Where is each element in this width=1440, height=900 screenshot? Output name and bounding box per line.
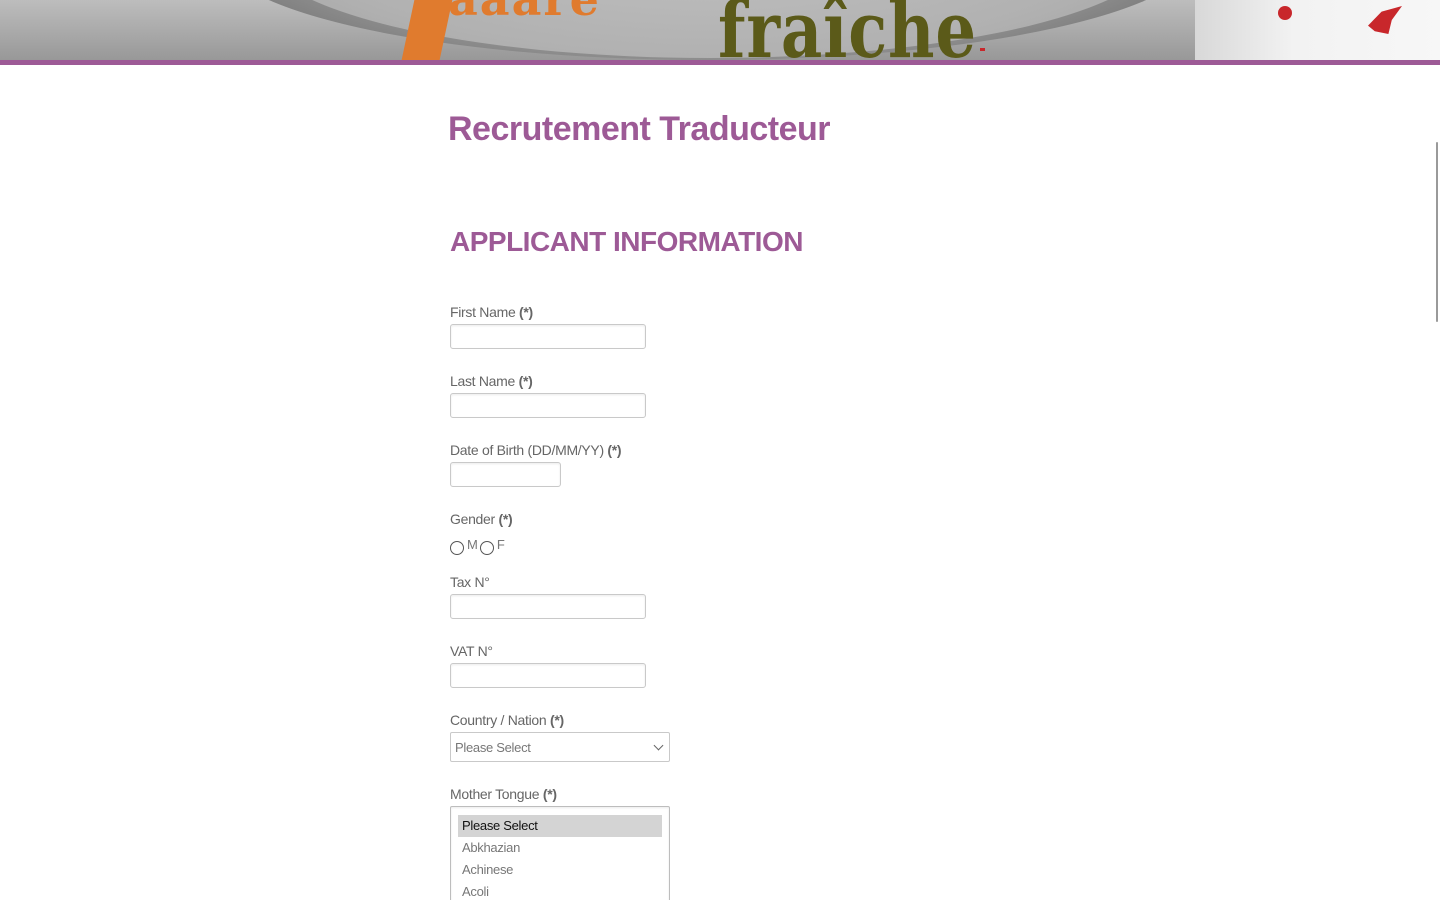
chevron-down-icon [653, 740, 664, 751]
gender-radio-group: M F [450, 538, 507, 556]
banner-red-splash [1278, 6, 1292, 20]
banner-red-dot [980, 48, 985, 51]
first-name-label-text: First Name [450, 304, 516, 320]
dob-label-text: Date of Birth (DD/MM/YY) [450, 442, 604, 458]
list-option-abkhazian[interactable]: Abkhazian [458, 837, 662, 859]
last-name-input[interactable] [450, 393, 646, 418]
country-label: Country / Nation (*) [450, 712, 564, 728]
gender-radio-f[interactable] [479, 541, 494, 555]
required-marker: (*) [607, 442, 622, 458]
first-name-label: First Name (*) [450, 304, 533, 320]
gender-option-f-label: F [496, 537, 505, 552]
banner-right-panel [1195, 0, 1440, 60]
required-marker: (*) [519, 304, 533, 320]
country-select-value: Please Select [455, 740, 531, 755]
vat-input[interactable] [450, 663, 646, 688]
header-banner: aaare fraîche [0, 0, 1440, 60]
list-option-achinese[interactable]: Achinese [458, 859, 662, 881]
list-option-please-select[interactable]: Please Select [458, 815, 662, 837]
dob-label: Date of Birth (DD/MM/YY) (*) [450, 442, 622, 458]
section-title: APPLICANT INFORMATION [450, 226, 803, 257]
header-divider [0, 60, 1440, 65]
mother-tongue-label-text: Mother Tongue [450, 786, 540, 802]
required-marker: (*) [498, 511, 513, 527]
required-marker: (*) [542, 786, 557, 802]
gender-label: Gender (*) [450, 511, 513, 527]
gender-radio-m[interactable] [450, 541, 464, 555]
mother-tongue-label: Mother Tongue (*) [450, 786, 557, 802]
required-marker: (*) [549, 712, 564, 728]
list-option-acoli[interactable]: Acoli [458, 881, 662, 900]
banner-green-text: fraîche [718, 0, 977, 60]
scrollbar-thumb[interactable] [1436, 142, 1438, 322]
gender-label-text: Gender [450, 511, 495, 527]
tax-label: Tax N° [450, 574, 490, 590]
last-name-label: Last Name (*) [450, 373, 533, 389]
country-select[interactable]: Please Select [450, 732, 670, 762]
first-name-input[interactable] [450, 324, 646, 349]
tax-label-text: Tax N° [450, 574, 490, 590]
required-marker: (*) [518, 373, 533, 389]
tax-input[interactable] [450, 594, 646, 619]
vat-label: VAT N° [450, 643, 493, 659]
vat-label-text: VAT N° [450, 643, 493, 659]
mother-tongue-listbox[interactable]: Please Select Abkhazian Achinese Acoli [450, 806, 670, 900]
country-label-text: Country / Nation [450, 712, 547, 728]
gender-option-m-label: M [467, 537, 478, 552]
last-name-label-text: Last Name [450, 373, 515, 389]
banner-orange-text: aaare [448, 0, 601, 26]
dob-input[interactable] [450, 462, 561, 487]
page-title: Recrutement Traducteur [448, 110, 831, 148]
